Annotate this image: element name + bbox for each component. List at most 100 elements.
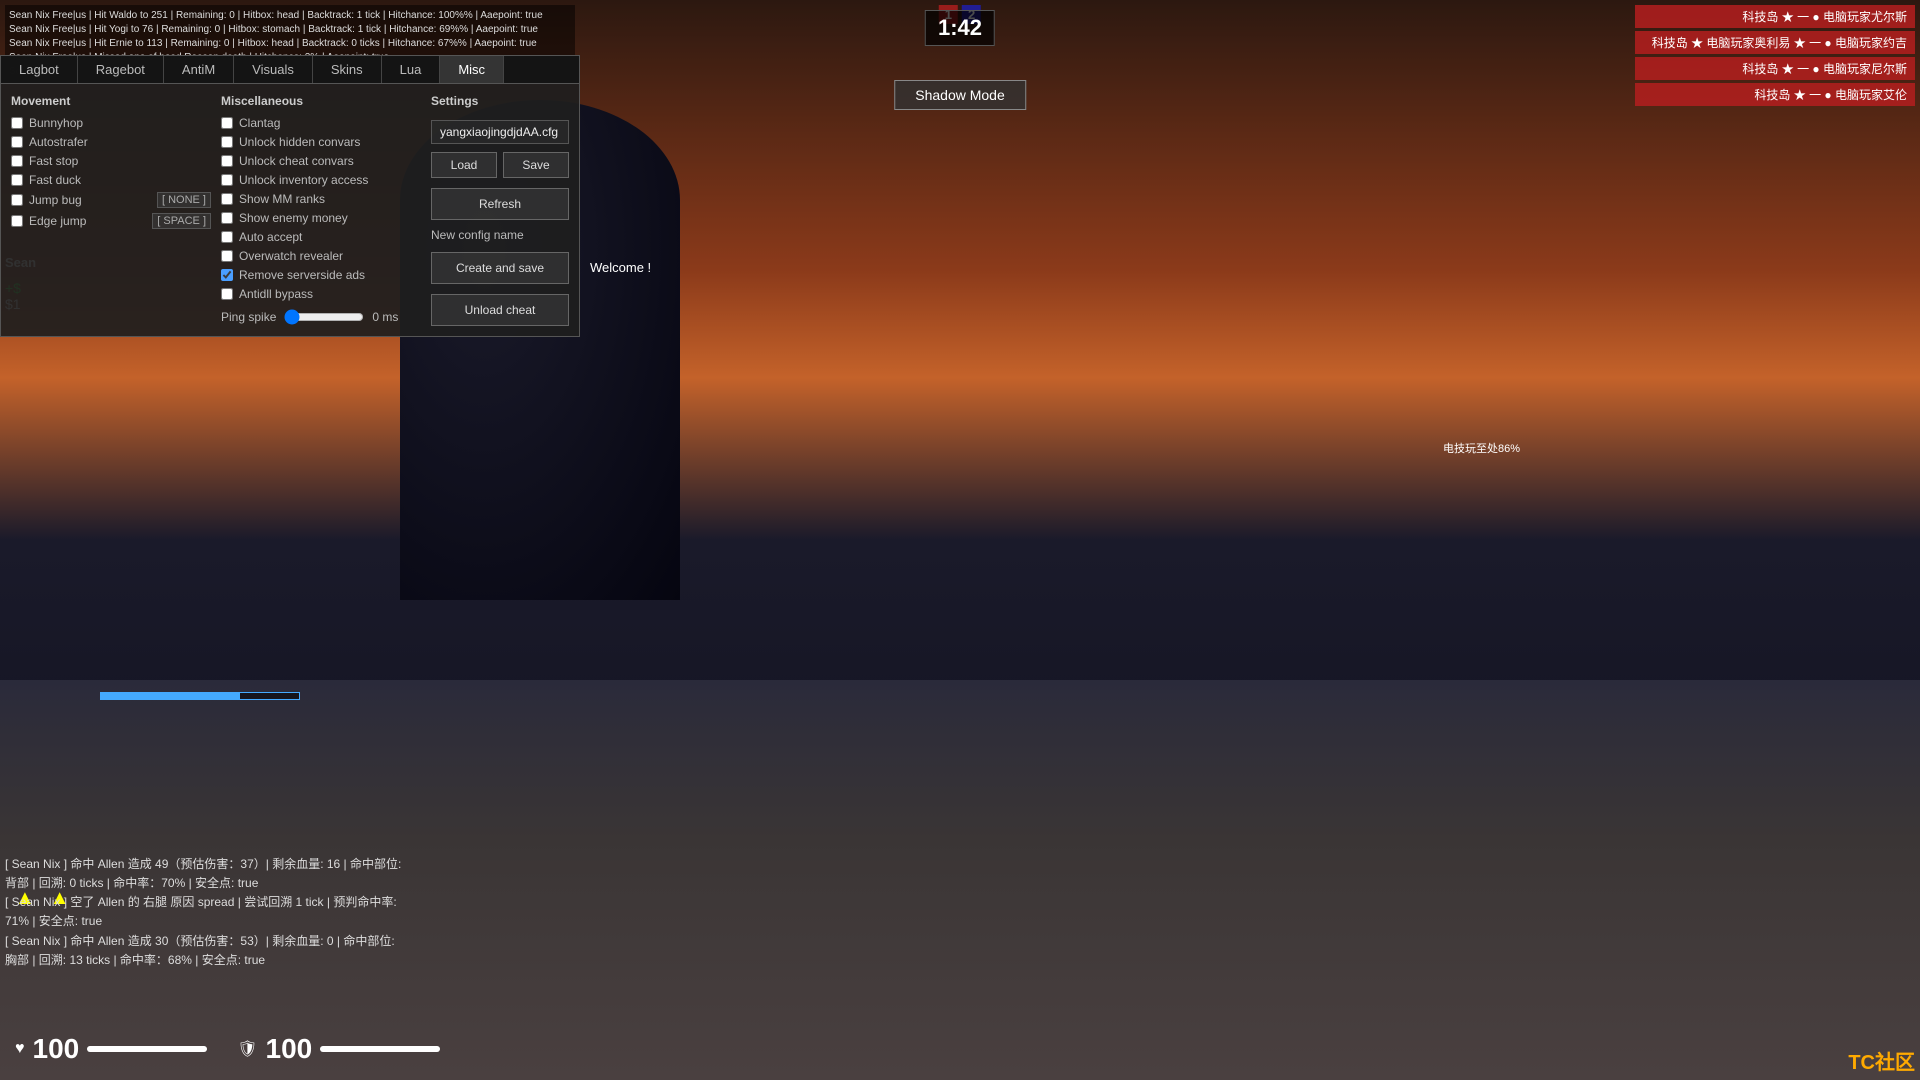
tab-bar: Lagbot Ragebot AntiM Visuals Skins Lua M… bbox=[1, 56, 579, 84]
autostrafer-label: Autostrafer bbox=[29, 135, 88, 149]
unlock-inventory-label: Unlock inventory access bbox=[239, 173, 368, 187]
clantag-checkbox[interactable] bbox=[221, 117, 233, 129]
movement-column: Movement Bunnyhop Autostrafer Fast stop … bbox=[11, 94, 211, 326]
auto-accept-label: Auto accept bbox=[239, 230, 302, 244]
antidll-label: Antidll bypass bbox=[239, 287, 313, 301]
right-panel-player-2: 科技岛 ★ 电脑玩家奥利易 ★ 一 ● 电脑玩家约吉 bbox=[1635, 31, 1915, 54]
show-enemy-money-checkbox[interactable] bbox=[221, 212, 233, 224]
bunnyhop-label: Bunnyhop bbox=[29, 116, 83, 130]
ping-spike-slider[interactable] bbox=[284, 309, 364, 325]
ping-spike-row: Ping spike 0 ms bbox=[221, 309, 421, 325]
edge-jump-item: Edge jump [ SPACE ] bbox=[11, 213, 211, 229]
auto-accept-checkbox[interactable] bbox=[221, 231, 233, 243]
edge-jump-label: Edge jump bbox=[29, 214, 86, 228]
jump-bug-label: Jump bug bbox=[29, 193, 82, 207]
unlock-cheat-label: Unlock cheat convars bbox=[239, 154, 354, 168]
armor-icon: 🛡 bbox=[237, 1039, 257, 1059]
right-panel-player-1: 科技岛 ★ 一 ● 电脑玩家尤尔斯 bbox=[1635, 5, 1915, 28]
edge-jump-keybind[interactable]: [ SPACE ] bbox=[152, 213, 211, 229]
autostrafer-item: Autostrafer bbox=[11, 135, 211, 149]
jump-bug-item: Jump bug [ NONE ] bbox=[11, 192, 211, 208]
welcome-text: Welcome ! bbox=[590, 260, 651, 275]
ping-spike-label: Ping spike bbox=[221, 310, 276, 324]
jump-bug-keybind[interactable]: [ NONE ] bbox=[157, 192, 211, 208]
antidll-item: Antidll bypass bbox=[221, 287, 421, 301]
unlock-inventory-checkbox[interactable] bbox=[221, 174, 233, 186]
fast-duck-item: Fast duck bbox=[11, 173, 211, 187]
chat-area: [ Sean Nix ] 命中 Allen 造成 49（预估伤害：37）| 剩余… bbox=[5, 855, 445, 970]
jump-bug-checkbox[interactable] bbox=[11, 194, 23, 206]
health-stat: ♥ 100 bbox=[15, 1033, 207, 1065]
fast-stop-checkbox[interactable] bbox=[11, 155, 23, 167]
antidll-checkbox[interactable] bbox=[221, 288, 233, 300]
tab-lagbot[interactable]: Lagbot bbox=[1, 56, 78, 83]
remove-ads-checkbox[interactable] bbox=[221, 269, 233, 281]
fast-duck-label: Fast duck bbox=[29, 173, 81, 187]
tab-visuals[interactable]: Visuals bbox=[234, 56, 313, 83]
tab-antim[interactable]: AntiM bbox=[164, 56, 234, 83]
remove-ads-label: Remove serverside ads bbox=[239, 268, 365, 282]
tab-skins[interactable]: Skins bbox=[313, 56, 382, 83]
enemy-info: 电技玩至处86% bbox=[1443, 440, 1520, 456]
tab-ragebot[interactable]: Ragebot bbox=[78, 56, 164, 83]
fast-stop-item: Fast stop bbox=[11, 154, 211, 168]
tab-lua[interactable]: Lua bbox=[382, 56, 441, 83]
right-panel-player-3: 科技岛 ★ 一 ● 电脑玩家尼尔斯 bbox=[1635, 57, 1915, 80]
chat-line-5: [ Sean Nix ] 命中 Allen 造成 30（预估伤害：53）| 剩余… bbox=[5, 932, 445, 951]
shadow-mode-button[interactable]: Shadow Mode bbox=[894, 80, 1026, 110]
top-hud: 1 1:42 2 bbox=[0, 0, 1920, 50]
overwatch-checkbox[interactable] bbox=[221, 250, 233, 262]
load-button[interactable]: Load bbox=[431, 152, 497, 178]
right-panel: 科技岛 ★ 一 ● 电脑玩家尤尔斯 科技岛 ★ 电脑玩家奥利易 ★ 一 ● 电脑… bbox=[1635, 5, 1915, 106]
show-mm-ranks-item: Show MM ranks bbox=[221, 192, 421, 206]
world-health-bar-fill bbox=[101, 693, 240, 699]
chat-line-2: 背部 | 回溯: 0 ticks | 命中率：70% | 安全点: true bbox=[5, 874, 445, 893]
config-name-input[interactable] bbox=[431, 120, 569, 144]
stat-bar-area: ♥ 100 🛡 100 bbox=[15, 1033, 440, 1065]
armor-value: 100 bbox=[266, 1033, 313, 1065]
unlock-hidden-item: Unlock hidden convars bbox=[221, 135, 421, 149]
chat-line-3: [ Sean Nix ] 空了 Allen 的 右腿 原因 spread | 尝… bbox=[5, 893, 445, 912]
clantag-label: Clantag bbox=[239, 116, 280, 130]
ping-spike-value: 0 ms bbox=[372, 310, 398, 324]
tab-misc[interactable]: Misc bbox=[440, 56, 504, 83]
health-bar-fill bbox=[87, 1046, 207, 1052]
overwatch-label: Overwatch revealer bbox=[239, 249, 343, 263]
show-mm-label: Show MM ranks bbox=[239, 192, 325, 206]
refresh-button[interactable]: Refresh bbox=[431, 188, 569, 220]
create-save-button[interactable]: Create and save bbox=[431, 252, 569, 284]
auto-accept-item: Auto accept bbox=[221, 230, 421, 244]
unload-cheat-button[interactable]: Unload cheat bbox=[431, 294, 569, 326]
save-button[interactable]: Save bbox=[503, 152, 569, 178]
show-enemy-money-label: Show enemy money bbox=[239, 211, 348, 225]
fast-duck-checkbox[interactable] bbox=[11, 174, 23, 186]
bunnyhop-item: Bunnyhop bbox=[11, 116, 211, 130]
unlock-hidden-label: Unlock hidden convars bbox=[239, 135, 360, 149]
load-save-row: Load Save bbox=[431, 152, 569, 178]
overwatch-item: Overwatch revealer bbox=[221, 249, 421, 263]
bunnyhop-checkbox[interactable] bbox=[11, 117, 23, 129]
armor-bar bbox=[320, 1046, 440, 1052]
chat-line-6: 胸部 | 回溯: 13 ticks | 命中率：68% | 安全点: true bbox=[5, 951, 445, 970]
settings-header: Settings bbox=[431, 94, 569, 108]
unlock-hidden-checkbox[interactable] bbox=[221, 136, 233, 148]
cheat-menu: Lagbot Ragebot AntiM Visuals Skins Lua M… bbox=[0, 55, 580, 337]
armor-bar-fill bbox=[320, 1046, 440, 1052]
settings-column: Settings Load Save Refresh New config na… bbox=[431, 94, 569, 326]
movement-header: Movement bbox=[11, 94, 211, 108]
health-value: 100 bbox=[33, 1033, 80, 1065]
autostrafer-checkbox[interactable] bbox=[11, 136, 23, 148]
world-health-bar bbox=[100, 692, 300, 700]
game-timer: 1:42 bbox=[925, 10, 995, 46]
unlock-cheat-item: Unlock cheat convars bbox=[221, 154, 421, 168]
misc-column: Miscellaneous Clantag Unlock hidden conv… bbox=[221, 94, 421, 326]
right-panel-player-4: 科技岛 ★ 一 ● 电脑玩家艾伦 bbox=[1635, 83, 1915, 106]
armor-stat: 🛡 100 bbox=[237, 1033, 440, 1065]
menu-body: Movement Bunnyhop Autostrafer Fast stop … bbox=[1, 84, 579, 336]
show-mm-checkbox[interactable] bbox=[221, 193, 233, 205]
unlock-cheat-checkbox[interactable] bbox=[221, 155, 233, 167]
health-bar bbox=[87, 1046, 207, 1052]
bottom-hud: ♥ 100 🛡 100 bbox=[0, 980, 1920, 1080]
chat-line-1: [ Sean Nix ] 命中 Allen 造成 49（预估伤害：37）| 剩余… bbox=[5, 855, 445, 874]
edge-jump-checkbox[interactable] bbox=[11, 215, 23, 227]
